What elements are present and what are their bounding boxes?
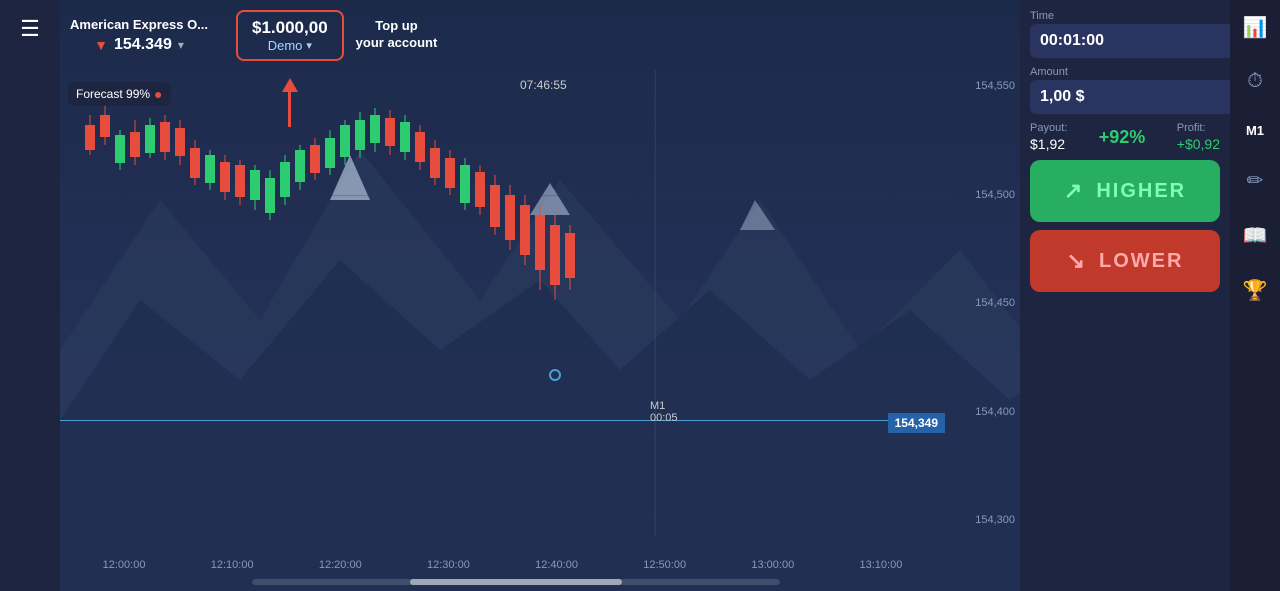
balance-chevron-icon: ▾ [306, 39, 312, 52]
menu-icon[interactable]: ☰ [20, 18, 40, 40]
scroll-thumb[interactable] [410, 579, 621, 585]
chart-time-label: 07:46:55 [520, 78, 567, 92]
left-sidebar: ☰ [0, 0, 60, 591]
forecast-label: Forecast 99% [76, 87, 150, 101]
price-label-4: 154,400 [945, 406, 1020, 418]
payout-label: Payout: [1030, 122, 1067, 134]
lower-arrow-icon: ↘ [1067, 248, 1087, 274]
chart-scrollbar[interactable] [252, 579, 780, 585]
topup-button[interactable]: Top up your account [356, 18, 438, 52]
current-price-line [60, 420, 945, 421]
annotation-arrow [282, 78, 298, 127]
higher-label: HIGHER [1096, 180, 1186, 203]
forecast-badge: Forecast 99% ● [68, 82, 171, 106]
forecast-icon: ● [154, 86, 162, 102]
m1-time: 00:05 [650, 412, 678, 424]
history-icon[interactable]: ⏱ [1247, 70, 1263, 93]
asset-chevron-icon: ▾ [178, 38, 184, 52]
payout-value: $1,92 [1030, 136, 1067, 152]
right-panel: Time ⏱ Amount $ Payout: $1,92 +92% Profi… [1020, 0, 1230, 591]
time-label-3: 12:20:00 [319, 559, 362, 571]
time-label-5: 12:40:00 [535, 559, 578, 571]
m1-text: M1 [650, 400, 678, 412]
time-label-4: 12:30:00 [427, 559, 470, 571]
time-section: Time ⏱ [1030, 10, 1220, 58]
time-label-2: 12:10:00 [211, 559, 254, 571]
candlestick-chart-icon[interactable]: 📊 [1243, 15, 1268, 40]
balance-amount: $1.000,00 [252, 18, 328, 38]
top-bar: American Express O... ▼ 154.349 ▾ $1.000… [60, 0, 1020, 70]
amount-row: $ [1030, 80, 1220, 114]
arrow-head [282, 78, 298, 92]
asset-direction-icon: ▼ [94, 37, 108, 53]
time-label-8: 13:10:00 [860, 559, 903, 571]
candlestick-chart[interactable] [60, 70, 1020, 536]
price-label-5: 154,300 [945, 514, 1020, 526]
higher-button[interactable]: ↗ HIGHER [1030, 160, 1220, 222]
arrow-shaft [288, 92, 291, 127]
payout-col: Payout: $1,92 [1030, 122, 1067, 152]
balance-demo-label: Demo [268, 38, 303, 53]
profit-value: +$0,92 [1177, 136, 1220, 152]
payout-percentage: +92% [1099, 127, 1146, 148]
time-row: ⏱ [1030, 24, 1220, 58]
current-price-tag: 154,349 [888, 413, 945, 433]
price-axis: 154,550 154,500 154,450 154,400 154,300 [945, 70, 1020, 536]
higher-arrow-icon: ↗ [1064, 178, 1084, 204]
book-icon[interactable]: 📖 [1243, 223, 1268, 248]
amount-section: Amount $ [1030, 66, 1220, 114]
profit-label: Profit: [1177, 122, 1220, 134]
time-label-6: 12:50:00 [643, 559, 686, 571]
time-axis: 12:00:00 12:10:00 12:20:00 12:30:00 12:4… [60, 559, 945, 571]
price-label-3: 154,450 [945, 297, 1020, 309]
lower-button[interactable]: ↘ LOWER [1030, 230, 1220, 292]
price-label-2: 154,500 [945, 189, 1020, 201]
asset-selector[interactable]: American Express O... ▼ 154.349 ▾ [70, 17, 208, 54]
profit-col: Profit: +$0,92 [1177, 122, 1220, 152]
asset-price: 154.349 [114, 36, 172, 54]
payout-row: Payout: $1,92 +92% Profit: +$0,92 [1030, 122, 1220, 152]
m1-candle-label: M1 00:05 [650, 400, 678, 424]
time-label-7: 13:00:00 [751, 559, 794, 571]
price-label-1: 154,550 [945, 80, 1020, 92]
trophy-icon[interactable]: 🏆 [1243, 278, 1268, 303]
far-right-panel: 📊 ⏱ M1 ✏ 📖 🏆 [1230, 0, 1280, 591]
time-section-label: Time [1030, 10, 1220, 22]
amount-section-label: Amount [1030, 66, 1220, 78]
edit-icon[interactable]: ✏ [1247, 168, 1264, 193]
balance-box[interactable]: $1.000,00 Demo ▾ [236, 10, 344, 61]
lower-label: LOWER [1099, 250, 1183, 273]
m1-timeframe-label[interactable]: M1 [1246, 123, 1264, 138]
asset-name: American Express O... [70, 17, 208, 32]
time-label-1: 12:00:00 [103, 559, 146, 571]
chart-area: American Express O... ▼ 154.349 ▾ $1.000… [60, 0, 1020, 591]
